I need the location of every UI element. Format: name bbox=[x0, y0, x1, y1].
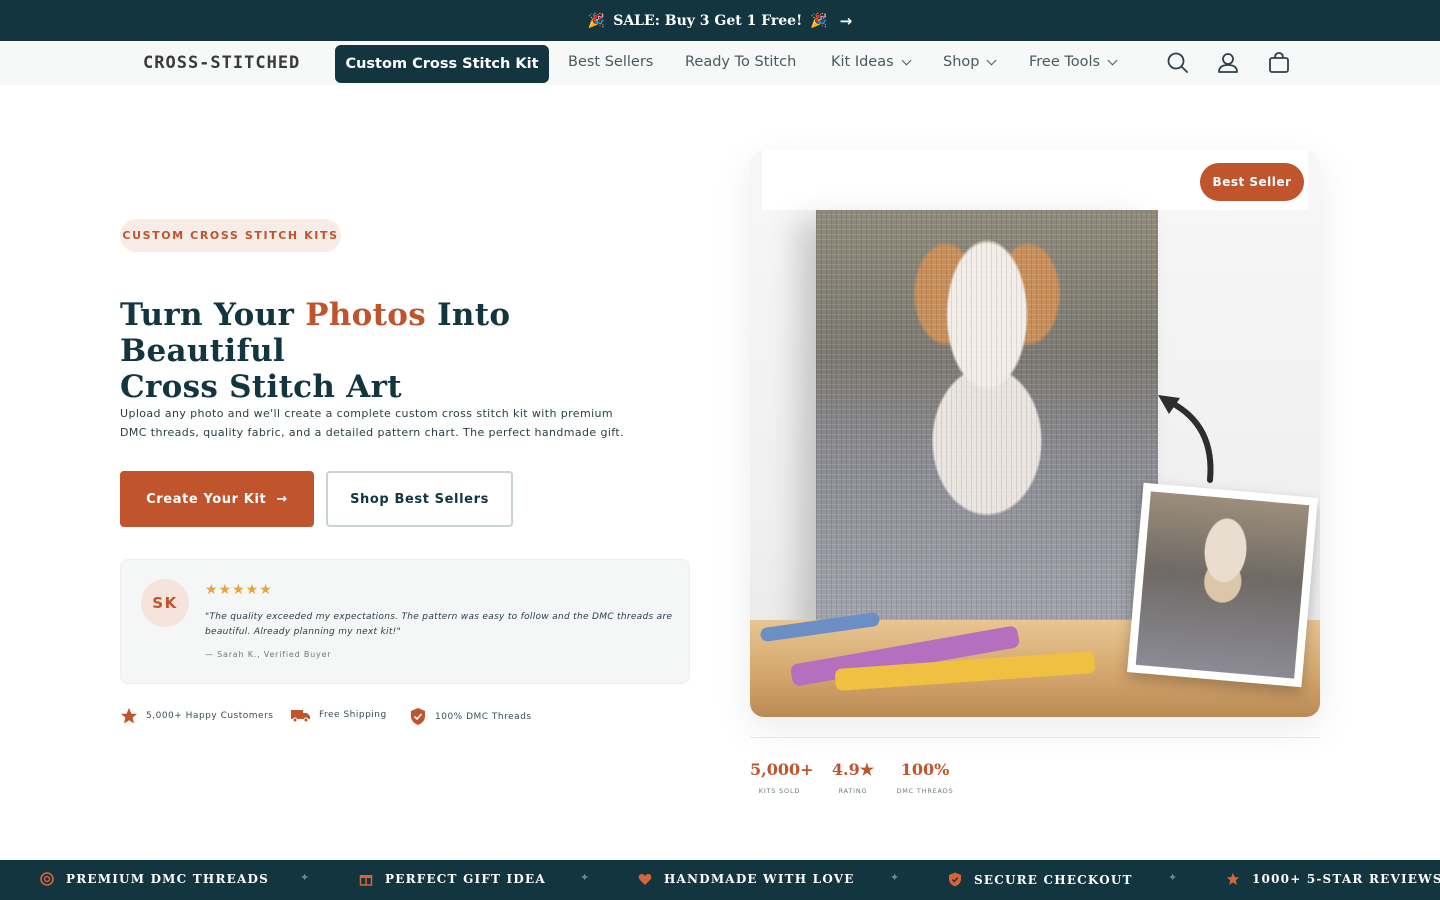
shield-icon bbox=[949, 872, 961, 887]
shop-best-sellers-button[interactable]: Shop Best Sellers bbox=[326, 471, 513, 527]
nav-link-label: Best Sellers bbox=[568, 54, 654, 70]
feature-item: HANDMADE WITH LOVE bbox=[638, 872, 855, 886]
nav-link-label: Shop bbox=[943, 54, 980, 70]
trust-label: 5,000+ Happy Customers bbox=[146, 711, 274, 721]
nav-dropdown-free-tools[interactable]: Free Tools bbox=[1029, 54, 1118, 70]
cart-icon[interactable] bbox=[1266, 50, 1292, 76]
nav-link-best-sellers[interactable]: Best Sellers bbox=[568, 54, 653, 70]
review-quote-line: beautiful. Already planning my next kit!… bbox=[205, 627, 402, 637]
party-emoji-left: 🎉 bbox=[587, 12, 606, 29]
feature-label: PERFECT GIFT IDEA bbox=[385, 872, 546, 886]
stat-value: 5,000+ bbox=[750, 760, 814, 779]
nav-link-label: Ready To Stitch bbox=[685, 54, 797, 70]
hero-tag: CUSTOM CROSS STITCH KITS bbox=[120, 219, 341, 252]
original-dog-photo bbox=[1127, 482, 1318, 688]
hero-description-line: Upload any photo and we'll create a comp… bbox=[120, 407, 614, 420]
star-icon bbox=[1226, 872, 1240, 885]
feature-item: SECURE CHECKOUT bbox=[948, 872, 1133, 887]
announcement-bar[interactable]: 🎉 SALE: Buy 3 Get 1 Free! 🎉 → bbox=[0, 0, 1440, 41]
feature-label: HANDMADE WITH LOVE bbox=[664, 872, 855, 886]
thread-spool-icon bbox=[40, 872, 54, 886]
stat-value: 4.9★ bbox=[831, 760, 875, 779]
avatar: SK bbox=[141, 579, 189, 627]
review-quote: "The quality exceeded my expectations. T… bbox=[205, 610, 675, 640]
heart-icon bbox=[638, 873, 652, 885]
separator-icon: ✦ bbox=[580, 871, 590, 884]
custom-kit-nav-button[interactable]: Custom Cross Stitch Kit bbox=[335, 45, 549, 83]
trust-item-customers: 5,000+ Happy Customers bbox=[120, 707, 273, 725]
party-emoji-right: 🎉 bbox=[810, 12, 828, 29]
hero-description: Upload any photo and we'll create a comp… bbox=[120, 404, 630, 442]
best-seller-badge: Best Seller bbox=[1200, 163, 1304, 201]
separator-icon: ✦ bbox=[1168, 871, 1178, 884]
feature-label: PREMIUM DMC THREADS bbox=[66, 872, 269, 886]
star-icon bbox=[121, 708, 137, 724]
feature-item: PERFECT GIFT IDEA bbox=[359, 872, 546, 886]
hero-title-line2: Cross Stitch Art bbox=[120, 369, 402, 405]
stat-kits-sold: 5,000+ KITS SOLD bbox=[750, 760, 814, 795]
main-navigation: CROSS-STITCHED Custom Cross Stitch Kit B… bbox=[0, 41, 1440, 85]
feature-item: PREMIUM DMC THREADS bbox=[40, 872, 269, 886]
nav-dropdown-kit-ideas[interactable]: Kit Ideas bbox=[831, 54, 912, 70]
hero-title-part: Turn Your bbox=[120, 297, 306, 333]
stat-rating: 4.9★ RATING bbox=[830, 760, 876, 795]
review-quote-line: "The quality exceeded my expectations. T… bbox=[205, 612, 673, 622]
create-kit-button[interactable]: Create Your Kit → bbox=[120, 471, 314, 527]
review-author: — Sarah K., Verified Buyer bbox=[205, 650, 332, 659]
site-logo[interactable]: CROSS-STITCHED bbox=[143, 53, 300, 73]
nav-link-ready-to-stitch[interactable]: Ready To Stitch bbox=[685, 54, 796, 70]
product-image bbox=[750, 150, 1320, 717]
truck-icon bbox=[291, 710, 310, 723]
nav-dropdown-shop[interactable]: Shop bbox=[943, 54, 997, 70]
stat-value: 100% bbox=[900, 760, 950, 779]
chevron-down-icon bbox=[987, 55, 997, 65]
stat-label: KITS SOLD bbox=[758, 787, 801, 795]
review-card: SK ★★★★★ "The quality exceeded my expect… bbox=[120, 559, 690, 684]
hero-title: Turn Your Photos Into Beautiful Cross St… bbox=[120, 297, 680, 405]
stats-divider bbox=[750, 737, 1320, 738]
account-icon[interactable] bbox=[1215, 50, 1241, 76]
chevron-down-icon bbox=[901, 55, 912, 65]
stat-label: RATING bbox=[838, 787, 868, 795]
trust-label: 100% DMC Threads bbox=[435, 711, 532, 722]
features-marquee: PREMIUM DMC THREADS ✦ PERFECT GIFT IDEA … bbox=[0, 860, 1440, 900]
feature-label: SECURE CHECKOUT bbox=[974, 872, 1133, 887]
stat-label: DMC THREADS bbox=[896, 787, 954, 795]
feature-item: 1000+ 5-STAR REVIEWS bbox=[1226, 872, 1440, 886]
cross-stitch-dog-portrait bbox=[816, 210, 1158, 630]
hero-description-line: DMC threads, quality fabric, and a detai… bbox=[120, 426, 624, 439]
separator-icon: ✦ bbox=[890, 871, 900, 884]
chevron-down-icon bbox=[1107, 55, 1118, 65]
curved-arrow-icon bbox=[1158, 395, 1214, 483]
arrow-right-icon: → bbox=[839, 11, 853, 30]
feature-label: 1000+ 5-STAR REVIEWS bbox=[1252, 872, 1440, 886]
dog-photo-image bbox=[1135, 491, 1310, 679]
nav-link-label: Kit Ideas bbox=[831, 54, 894, 70]
button-label: Create Your Kit bbox=[146, 491, 267, 507]
shield-check-icon bbox=[411, 708, 425, 725]
separator-icon: ✦ bbox=[300, 871, 310, 884]
rating-stars-icon: ★★★★★ bbox=[205, 582, 273, 598]
trust-item-shipping: Free Shipping bbox=[290, 707, 387, 723]
hero-title-accent: Photos bbox=[305, 297, 426, 333]
gift-icon bbox=[359, 875, 373, 886]
trust-item-dmc-threads: 100% DMC Threads bbox=[409, 707, 532, 726]
arrow-right-icon: → bbox=[276, 491, 288, 507]
announcement-text: SALE: Buy 3 Get 1 Free! bbox=[613, 12, 803, 29]
nav-link-label: Free Tools bbox=[1029, 54, 1101, 70]
search-icon[interactable] bbox=[1165, 50, 1191, 76]
trust-label: Free Shipping bbox=[319, 710, 387, 720]
stat-dmc-threads: 100% DMC THREADS bbox=[895, 760, 955, 795]
